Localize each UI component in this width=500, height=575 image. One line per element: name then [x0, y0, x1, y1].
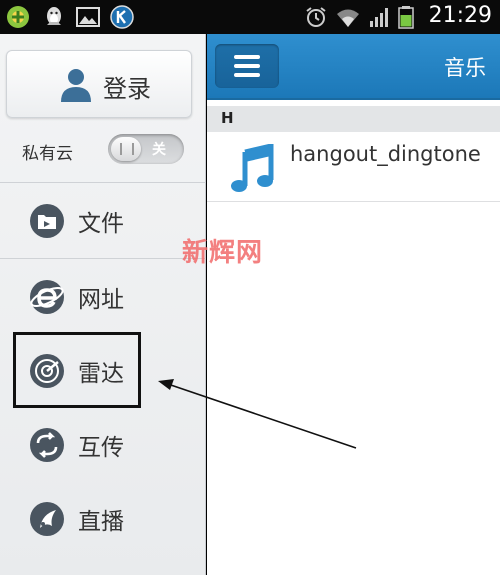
private-cloud-toggle[interactable]: 关	[108, 134, 184, 164]
private-cloud-label: 私有云	[22, 144, 73, 164]
sidebar-item-transfer[interactable]: 互传	[0, 408, 206, 482]
top-bar: 音乐	[207, 34, 500, 100]
hamburger-line	[234, 55, 260, 59]
sidebar-item-label: 互传	[78, 435, 124, 461]
toggle-knob	[111, 137, 141, 161]
gallery-icon	[76, 7, 100, 27]
page-title: 音乐	[444, 56, 486, 80]
highlight-box	[13, 332, 141, 408]
divider	[0, 182, 206, 183]
wifi-icon	[337, 9, 359, 27]
signal-icon	[370, 8, 388, 27]
login-label: 登录	[103, 75, 151, 103]
list-item[interactable]: hangout_dingtone	[207, 132, 500, 202]
clock-time: 21:29	[428, 3, 492, 28]
sidebar: 登录 私有云 关 文件 网址 雷达 互传 直播	[0, 34, 206, 575]
game-controller-icon	[7, 6, 29, 28]
hamburger-line	[234, 64, 260, 68]
status-bar: 21:29	[0, 0, 500, 34]
sidebar-item-urls[interactable]: 网址	[0, 260, 206, 334]
browser-e-icon	[30, 280, 64, 314]
toggle-state-label: 关	[152, 142, 166, 158]
k-app-icon	[110, 5, 134, 29]
watermark: 新辉网	[182, 238, 264, 268]
menu-button[interactable]	[215, 44, 279, 88]
sidebar-item-live[interactable]: 直播	[0, 482, 206, 556]
song-title: hangout_dingtone	[290, 142, 481, 166]
divider	[0, 258, 206, 259]
section-header: H	[207, 106, 500, 132]
folder-icon	[30, 204, 64, 238]
transfer-icon	[30, 428, 64, 462]
sidebar-item-label: 文件	[78, 211, 124, 237]
main-panel: 音乐 H hangout_dingtone	[207, 34, 500, 575]
alarm-icon	[306, 7, 326, 27]
music-note-icon	[231, 144, 274, 192]
qq-penguin-icon	[47, 7, 61, 25]
sidebar-item-files[interactable]: 文件	[0, 184, 206, 258]
sidebar-item-label: 直播	[78, 509, 124, 535]
user-icon	[61, 69, 91, 102]
sidebar-item-label: 网址	[78, 287, 124, 313]
section-letter: H	[221, 109, 234, 127]
login-button[interactable]: 登录	[6, 50, 192, 118]
battery-icon	[398, 6, 414, 29]
hamburger-line	[234, 73, 260, 77]
broadcast-icon	[30, 502, 64, 536]
